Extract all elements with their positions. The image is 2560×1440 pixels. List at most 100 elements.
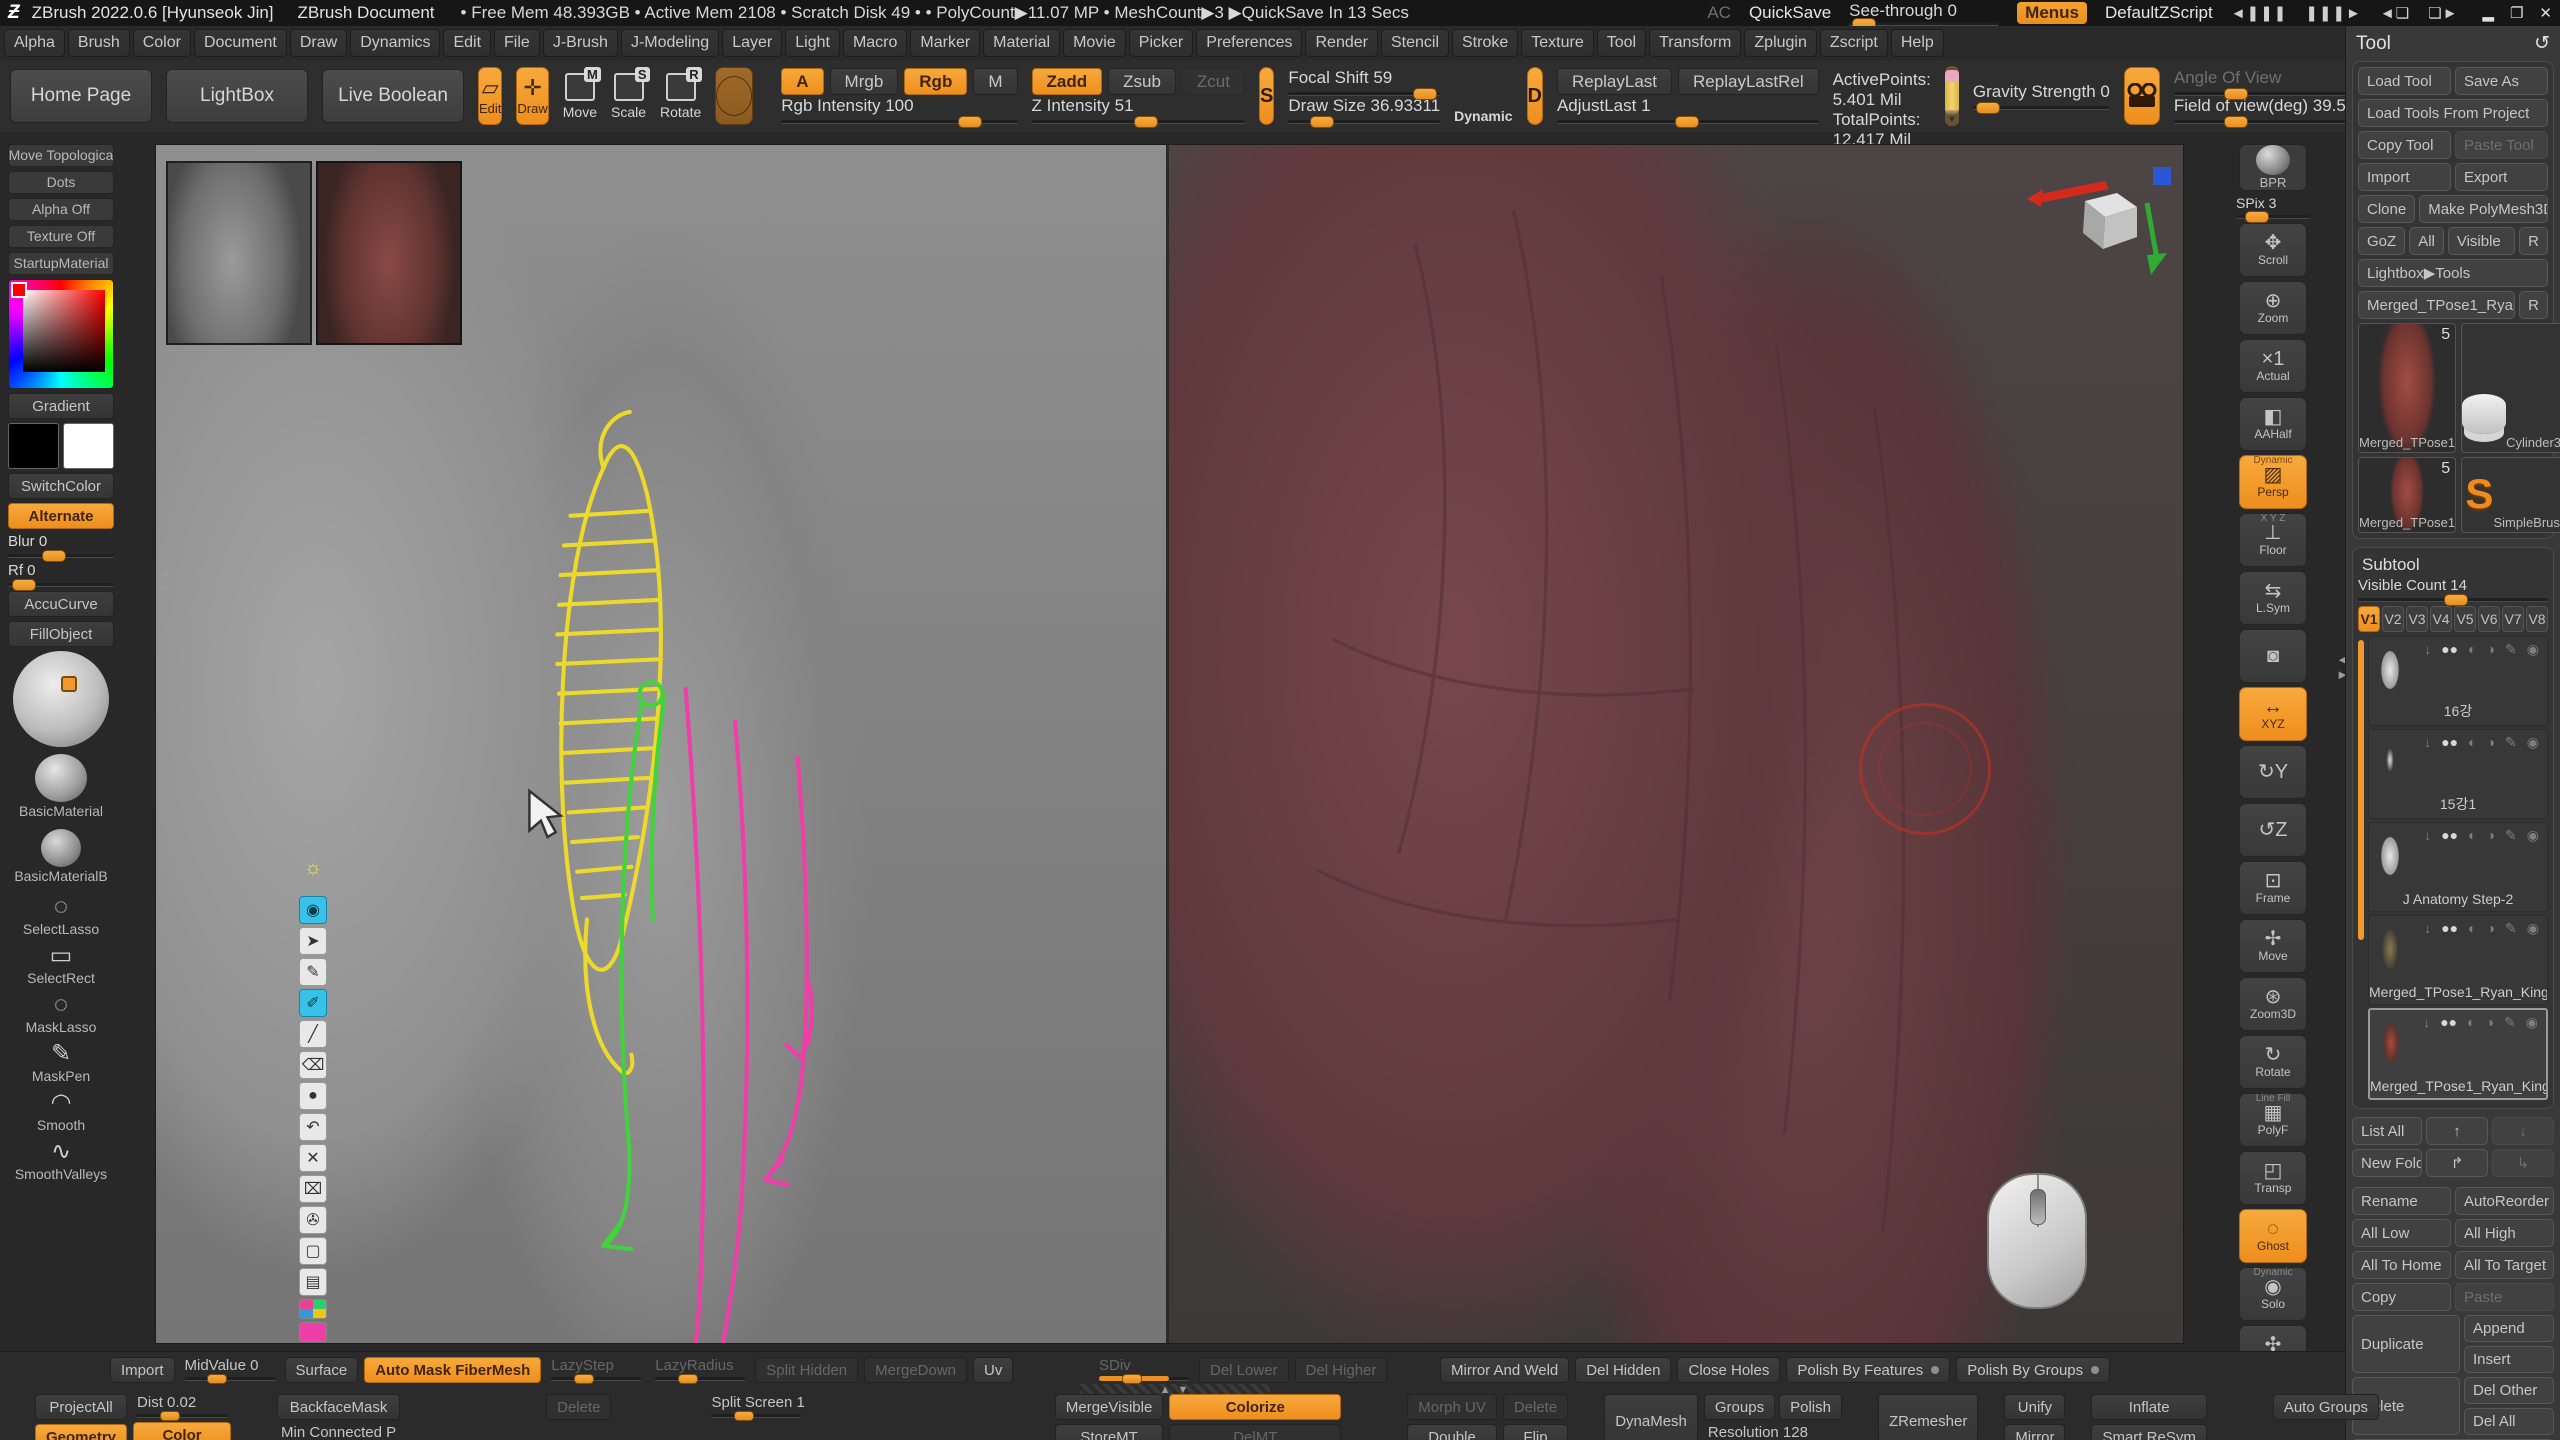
menu-item[interactable]: Alpha [4,29,65,57]
menus-toggle-button[interactable]: Menus [2017,2,2087,24]
color-picker[interactable] [8,279,114,389]
menu-item[interactable]: Material [983,29,1060,57]
viewport-right[interactable] [1169,145,2183,1343]
dynamesh-groups-button[interactable]: Groups [1704,1394,1775,1420]
unify-button[interactable]: Unify [2004,1394,2065,1420]
insert-button[interactable]: Insert [2464,1346,2554,1373]
load-tools-from-project-button[interactable]: Load Tools From Project [2358,99,2548,127]
stroke-thumbnail[interactable]: Dots [8,171,114,194]
collapse-icon[interactable]: ↓ [2423,1014,2430,1031]
zcut-button[interactable]: Zcut [1182,68,1245,95]
bpr-button[interactable]: BPR [2239,144,2307,191]
edit-button[interactable]: ▱ Edit [478,67,502,125]
divider-right-icon[interactable]: ❚❚❚► [2305,4,2362,22]
recent-tool-thumbnail[interactable]: 5 Merged_TPose1 [2358,457,2456,533]
rgb-button[interactable]: Rgb [904,68,967,95]
color-sphere-picker[interactable] [13,651,109,747]
clipboard-icon[interactable]: ▤ [299,1268,327,1296]
subtool-title[interactable]: Subtool [2358,553,2548,577]
geometry-tab[interactable]: Geometry [35,1424,127,1440]
menu-item[interactable]: Brush [68,29,130,57]
a-button[interactable]: A [781,68,823,95]
duplicate-button[interactable]: Duplicate [2352,1315,2460,1373]
import-button[interactable]: Import [2358,163,2451,191]
select-lasso-brush[interactable]: ◌ SelectLasso [8,891,114,940]
bottom-button[interactable]: Auto Mask FiberMesh [364,1357,541,1383]
pen-icon[interactable]: ✎ [299,958,327,986]
all-to-home-button[interactable]: All To Home [2352,1251,2451,1279]
polyf-icon[interactable]: Line Fill ▦ PolyF [2239,1093,2307,1147]
color-tab[interactable]: Color [133,1422,231,1440]
load-tool-button[interactable]: Load Tool [2358,67,2451,95]
auto-groups-button[interactable]: Auto Groups [2273,1394,2379,1420]
bottom-button[interactable]: Uv [973,1357,1013,1383]
navigation-gizmo[interactable] [2025,163,2175,293]
subtool-item[interactable]: ↓ ●● ◐ ◑ ✎ ◉ Merged_TPose1_Ryan_Kingslie [2368,915,2548,1005]
mask-icon[interactable]: ◐ [2467,1014,2475,1031]
ghost-icon[interactable]: ◌ Ghost [2239,1209,2307,1263]
draw-button[interactable]: ✛ Draw [516,67,548,125]
subtool-item[interactable]: ↓ ●● ◐ ◑ ✎ ◉ J Anatomy Step-2 [2368,822,2548,912]
copy-subtool-button[interactable]: Copy [2352,1283,2451,1311]
menu-item[interactable]: Stroke [1452,29,1518,57]
bulb-icon[interactable]: ☼ [300,857,326,887]
mor​ph-uv-button[interactable]: Morph UV [1407,1394,1497,1420]
menu-item[interactable]: J-Brush [543,29,618,57]
goz-r-button[interactable]: R [2519,227,2548,255]
subtool-item[interactable]: ↓ ●● ◐ ◑ ✎ ◉ Merged_TPose1_Ryan_Kingslie [2368,1008,2548,1100]
make-polymesh3d-button[interactable]: Make PolyMesh3D [2419,195,2548,223]
alternate-button[interactable]: Alternate [8,503,114,529]
left-tray-scroll-icon[interactable]: ◄► [158,565,170,595]
close-button[interactable]: ✕ [2539,4,2552,22]
sculptris-pro-button[interactable]: S [1259,67,1274,125]
paintbrush-icon[interactable]: ✎ [2505,827,2517,844]
subtool-scrollbar[interactable] [2358,640,2364,940]
draw-size-slider[interactable]: Draw Size 36.93311 [1288,96,1440,124]
reference-thumbnail-red[interactable] [316,161,462,345]
min-connected-slider[interactable]: Min Connected P [277,1424,400,1440]
paintbrush-icon[interactable]: ✎ [2505,920,2517,937]
collapse-icon[interactable]: ↓ [2424,641,2431,658]
dynamic-label[interactable]: Dynamic [1454,108,1512,124]
all-low-button[interactable]: All Low [2352,1219,2451,1247]
del-mt-button[interactable]: DelMT [1169,1424,1341,1440]
ghost-icon[interactable]: ◑ [2487,827,2495,844]
paste-tool-button[interactable]: Paste Tool [2455,131,2548,159]
cursor-icon[interactable]: ➤ [299,927,327,955]
menu-item[interactable]: Tool [1597,29,1646,57]
mask-lasso-brush[interactable]: ◌ MaskLasso [8,989,114,1038]
subtool-view-tab[interactable]: V7 [2502,606,2524,632]
bottom-button[interactable]: Polish By Groups [1956,1357,2110,1383]
xyz-icon[interactable]: ↔ XYZ [2239,687,2307,741]
goz-visible-button[interactable]: Visible [2448,227,2515,255]
document-canvas[interactable]: ☼ ◉➤✎✐╱⌫●↶✕⌧✇▢▤ ◄► [155,144,2184,1344]
screen-icon[interactable]: ▢ [299,1237,327,1265]
current-tool-r-button[interactable]: R [2519,291,2548,319]
select-rect-brush[interactable]: ▭ SelectRect [8,940,114,989]
eye-icon[interactable]: ◉ [299,896,327,924]
gravity-strength-slider[interactable]: Gravity Strength 0 [1973,82,2110,110]
see-through-slider[interactable]: See-through 0 [1849,1,1999,26]
double-button[interactable]: Double [1407,1424,1497,1440]
current-brush-thumbnail[interactable]: Move Topologica [8,144,114,167]
rgb-intensity-slider[interactable]: Rgb Intensity 100 [781,96,1017,124]
subtool-view-tab[interactable]: V6 [2478,606,2500,632]
current-tool-name[interactable]: Merged_TPose1_Ryan_Kingsli [2358,291,2515,319]
bottom-button[interactable]: Del Hidden [1575,1357,1671,1383]
spix-slider[interactable]: SPix 3 [2236,195,2310,219]
lightbox-button[interactable]: LightBox [166,69,308,123]
floor-icon[interactable]: X Y Z ⊥ Floor [2239,513,2307,567]
eye-icon[interactable]: ◉ [2527,641,2539,658]
zoom-icon[interactable]: ⊕ Zoom [2239,281,2307,335]
move-up-button[interactable]: ↑ [2426,1117,2488,1145]
bottom-button[interactable]: Mirror And Weld [1440,1357,1569,1383]
mask-icon[interactable]: ◐ [2468,827,2476,844]
polypaint-icon[interactable]: ●● [2441,827,2458,844]
main-color-swatch[interactable] [8,423,59,469]
mask-icon[interactable]: ◐ [2468,920,2476,937]
aahalf-icon[interactable]: ◧ AAHalf [2239,397,2307,451]
rotate-y-icon[interactable]: ↻Y [2239,745,2307,799]
ghost-icon[interactable]: ◑ [2487,734,2495,751]
goz-all-button[interactable]: All [2409,227,2444,255]
polypaint-icon[interactable]: ●● [2440,1014,2457,1031]
